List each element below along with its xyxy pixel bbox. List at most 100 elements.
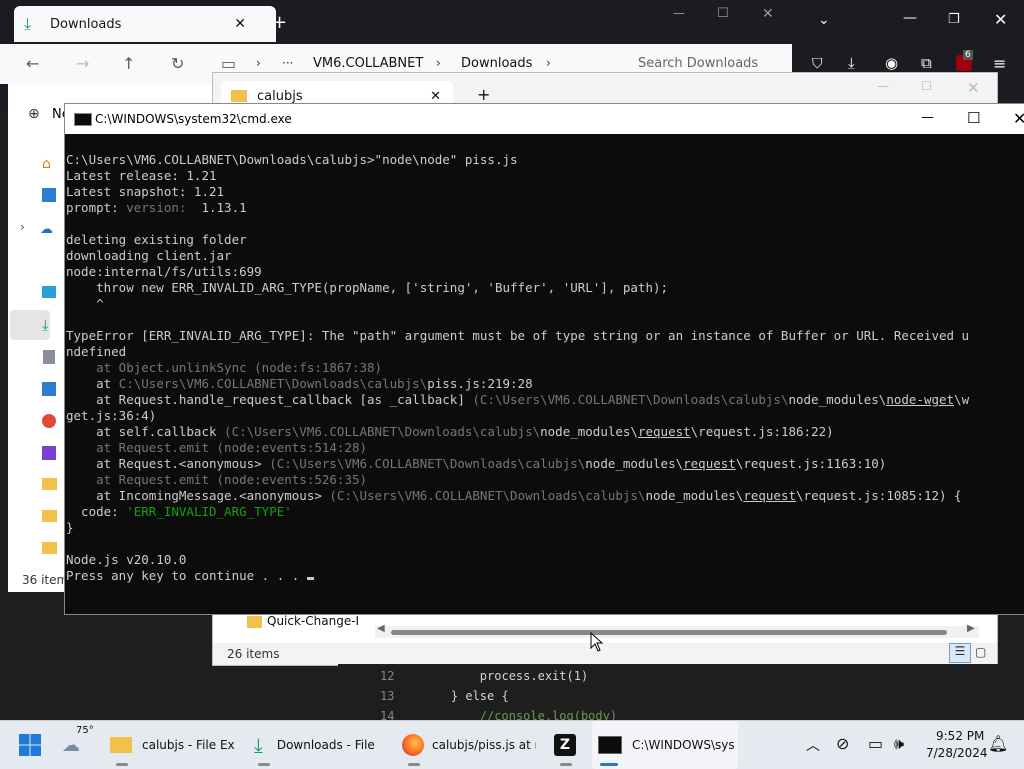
taskbar-item-explorer-calubjs[interactable]: calubjs - File Expl: [106, 721, 236, 769]
close-tab-icon[interactable]: ✕: [234, 16, 246, 32]
chevron-up-icon[interactable]: ︿: [806, 735, 820, 755]
line-number: 12: [380, 669, 395, 683]
tab-title: calubjs: [257, 88, 303, 104]
maximize-icon[interactable]: ☐: [717, 6, 729, 21]
console-text: (C:\Users\VM6.COLLABNET\Downloads\calubj…: [269, 456, 586, 471]
extensions-icon[interactable]: ⧉: [921, 54, 932, 72]
forward-arrow-icon[interactable]: →: [76, 54, 89, 73]
notification-bell-icon[interactable]: 🔔︎: [988, 734, 1008, 753]
breadcrumb-more[interactable]: ···: [282, 56, 293, 70]
volume-icon[interactable]: 🕪: [894, 734, 904, 754]
scrollbar-thumb[interactable]: [391, 630, 947, 635]
console-line: Latest snapshot: 1.21: [66, 184, 225, 199]
taskbar-item-firefox[interactable]: calubjs/piss.js at m: [398, 721, 538, 769]
weather-icon: ☁: [62, 734, 80, 756]
cmd-titlebar[interactable]: C:\WINDOWS\system32\cmd.exe — ☐ ✕: [65, 104, 1024, 134]
minimize-icon[interactable]: —: [921, 110, 934, 125]
close-tab-icon[interactable]: ✕: [430, 89, 441, 104]
refresh-icon[interactable]: ↻: [171, 54, 184, 73]
restore-icon[interactable]: ❐: [948, 12, 960, 27]
code-text[interactable]: process.exit(1): [422, 669, 588, 683]
taskbar-item-label: C:\WINDOWS\syst: [632, 738, 734, 752]
display-icon[interactable]: ▭: [868, 734, 883, 753]
file-name[interactable]: Quick-Change-I: [267, 614, 359, 628]
console-output[interactable]: C:\Users\VM6.COLLABNET\Downloads\calubjs…: [66, 152, 1024, 612]
folder-icon: [110, 737, 132, 753]
scroll-left-icon[interactable]: ◀: [377, 623, 385, 634]
console-text: (C:\Users\VM6.COLLABNET\Downloads\calubj…: [472, 392, 789, 407]
maximize-icon[interactable]: ☐: [921, 79, 932, 93]
folder-icon: [247, 616, 262, 628]
console-line: at IncomingMessage.<anonymous> (C:\Users…: [66, 488, 1024, 504]
breadcrumb-item[interactable]: VM6.COLLABNET: [313, 56, 423, 71]
console-line: at Request.emit (node:events:526:35): [66, 472, 368, 487]
console-line: at self.callback (C:\Users\VM6.COLLABNET…: [66, 424, 1024, 440]
documents-icon[interactable]: [43, 350, 55, 364]
clock-time[interactable]: 9:52 PM: [936, 729, 984, 743]
new-icon[interactable]: ⊕: [28, 106, 40, 122]
gallery-icon[interactable]: [42, 188, 56, 202]
pocket-icon[interactable]: ⛉: [812, 56, 823, 72]
console-line: Press any key to continue . . .: [66, 568, 1024, 584]
maximize-icon[interactable]: ☐: [967, 109, 980, 127]
horizontal-scrollbar[interactable]: ◀ ▶: [375, 623, 979, 638]
folder-icon[interactable]: [42, 510, 57, 522]
console-text: at: [66, 376, 119, 391]
downloads-icon[interactable]: ⤓: [848, 54, 855, 72]
console-line: ^: [66, 296, 104, 311]
minimize-icon[interactable]: —: [877, 79, 889, 93]
close-icon[interactable]: ✕: [967, 79, 980, 97]
taskbar-item-zed[interactable]: Z: [554, 721, 578, 769]
folder-icon[interactable]: [42, 478, 57, 490]
taskbar-item-explorer-downloads[interactable]: ⤓ Downloads - File E: [248, 721, 384, 769]
music-icon[interactable]: [42, 414, 56, 428]
taskbar: ☁ 75° calubjs - File Expl ⤓ Downloads - …: [0, 720, 1024, 769]
monitor-icon[interactable]: ▭: [221, 54, 236, 73]
taskbar-item-label: Z: [554, 734, 576, 756]
folder-icon[interactable]: [42, 542, 57, 554]
weather-widget[interactable]: ☁ 75°: [62, 721, 98, 769]
taskbar-item-cmd[interactable]: C:\WINDOWS\syst: [592, 721, 738, 769]
console-text: piss.js:219:28: [427, 376, 533, 391]
text-cursor: [306, 577, 314, 580]
close-icon[interactable]: ✕: [1013, 109, 1024, 128]
close-icon[interactable]: ✕: [762, 6, 774, 22]
network-icon[interactable]: ⊘: [836, 734, 849, 753]
taskbar-item-label: calubjs/piss.js at m: [432, 738, 536, 752]
start-button[interactable]: [18, 721, 46, 769]
console-line: node:internal/fs/utils:699: [66, 264, 262, 279]
desktop-icon[interactable]: [42, 286, 56, 298]
search-input[interactable]: Search Downloads: [638, 56, 758, 71]
chevron-down-icon[interactable]: ⌄: [818, 12, 830, 28]
breadcrumb-item[interactable]: Downloads: [461, 56, 532, 71]
minimize-icon[interactable]: —: [673, 6, 685, 20]
back-arrow-icon[interactable]: ←: [26, 54, 39, 73]
console-text: node_modules\: [788, 392, 887, 407]
chevron-right-icon[interactable]: ›: [20, 220, 25, 234]
close-icon[interactable]: ✕: [994, 10, 1007, 29]
pictures-icon[interactable]: [42, 382, 56, 396]
videos-icon[interactable]: [42, 446, 56, 460]
up-arrow-icon[interactable]: ↑: [122, 54, 135, 73]
console-line: at Request.handle_request_callback [as _…: [66, 392, 1024, 408]
scroll-right-icon[interactable]: ▶: [967, 623, 975, 634]
onedrive-icon[interactable]: ☁: [40, 222, 53, 237]
new-tab-button[interactable]: +: [477, 85, 490, 104]
console-text: node_modules\: [585, 456, 684, 471]
console-text: node_modules\: [645, 488, 744, 503]
clock-date[interactable]: 7/28/2024: [926, 746, 988, 760]
account-icon[interactable]: ◉: [885, 54, 898, 72]
details-view-icon[interactable]: ☰: [949, 643, 971, 663]
code-text[interactable]: } else {: [422, 689, 509, 703]
console-text: request: [683, 456, 736, 471]
menu-icon[interactable]: ≡: [993, 54, 1006, 73]
console-line: code: 'ERR_INVALID_ARG_TYPE': [66, 504, 1024, 520]
tiles-view-icon[interactable]: ▢: [975, 645, 986, 659]
console-line: }: [66, 520, 74, 535]
minimize-icon[interactable]: —: [903, 10, 917, 26]
browser-tab-downloads[interactable]: ⤓ Downloads ✕: [14, 6, 276, 42]
new-tab-button[interactable]: +: [272, 12, 287, 33]
home-icon[interactable]: ⌂: [42, 156, 51, 172]
